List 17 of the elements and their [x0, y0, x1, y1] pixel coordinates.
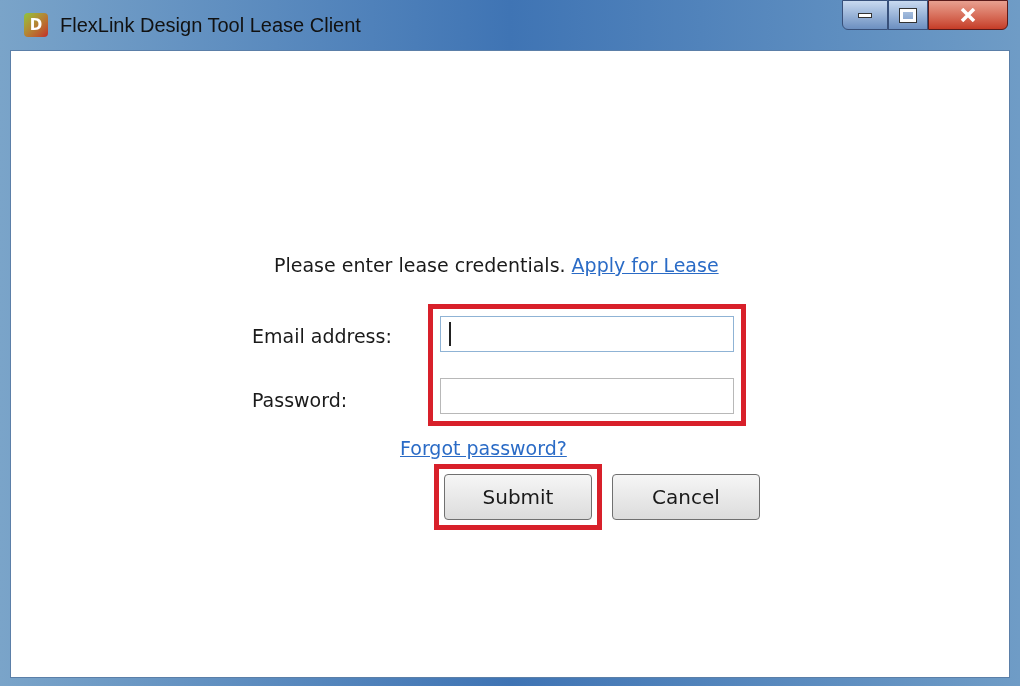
window-title: FlexLink Design Tool Lease Client	[60, 13, 361, 38]
minimize-icon	[858, 12, 872, 18]
apply-link[interactable]: Apply for Lease	[571, 251, 719, 280]
field-label: Email address:	[252, 323, 393, 349]
field-label: Password:	[252, 388, 349, 413]
forgot-password-link[interactable]: Forgot password?	[400, 433, 567, 462]
input-field[interactable]	[440, 377, 734, 414]
dialog-button[interactable]: Submit	[444, 474, 592, 520]
close-icon	[960, 8, 976, 22]
maximize-icon	[900, 8, 916, 22]
maximize-button[interactable]	[888, 0, 928, 30]
minimize-button[interactable]	[842, 0, 888, 30]
prompt-text: Please enter lease credentials.	[274, 253, 566, 278]
close-button[interactable]	[928, 0, 1008, 30]
input-field[interactable]	[440, 315, 734, 352]
dialog-button[interactable]: Cancel	[612, 474, 760, 520]
app-icon: D	[24, 13, 48, 37]
